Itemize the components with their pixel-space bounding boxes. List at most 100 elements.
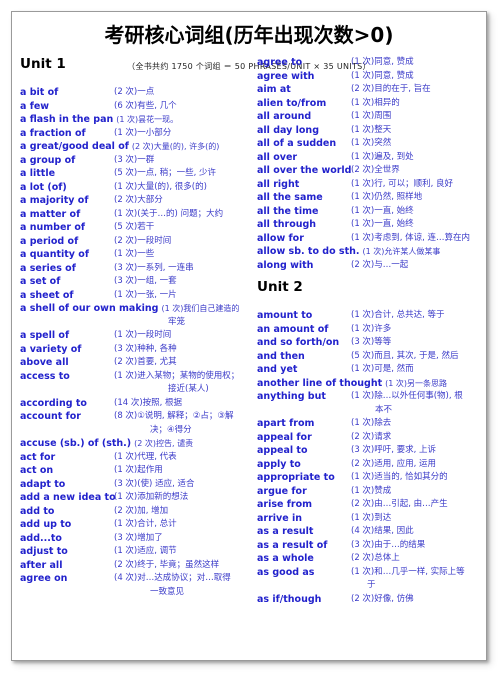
phrase-term: alien to/from <box>257 97 327 109</box>
phrase-entry: add a new idea to (1 次)添加新的想法 <box>20 491 246 505</box>
phrase-entry: a little (5 次)一点, 稍；一些, 少许 <box>20 167 246 181</box>
phrase-term: a little <box>20 168 56 179</box>
phrase-term: a bit of <box>20 87 59 98</box>
phrase-entry: aim at (2 次)目的在于, 旨在 <box>257 83 483 97</box>
phrase-definition: (2 次)适用, 应用, 运用 <box>351 458 437 469</box>
phrase-entry: as good as (1 次)和…几乎一样, 实际上等 <box>257 566 483 580</box>
phrase-entry: all the same (1 次)仍然, 照样地 <box>257 191 483 205</box>
phrase-term: a fraction of <box>20 127 86 139</box>
phrase-definition: (1 次)大量(的), 很多(的) <box>114 181 207 192</box>
unit-heading-1: Unit 1 <box>20 56 66 72</box>
phrase-definition: (2 次)请求 <box>351 431 392 442</box>
phrase-entry: a few (6 次)有些, 几个 <box>20 100 246 114</box>
phrase-entry: anything but (1 次)除…以外任何事(物), 根 <box>257 390 483 404</box>
phrase-definition: (2 次)全世界 <box>351 165 400 175</box>
phrase-entry: a flash in the pan (1 次)昙花一现。 <box>20 113 246 127</box>
phrase-definition-continuation: 决；④得分 <box>150 424 192 435</box>
phrase-definition: (1 次)合计, 总计 <box>114 519 177 529</box>
phrase-definition: (1 次)起作用 <box>114 465 163 475</box>
phrase-entry: account for (8 次)①说明, 解释；②占；③解 <box>20 410 246 424</box>
phrase-entry: and then (5 次)而且, 其次, 于是, 然后 <box>257 350 483 364</box>
phrase-entry: agree to (1 次)同意, 赞成 <box>257 56 483 70</box>
phrase-term: all through <box>257 219 317 230</box>
phrase-entry: as a whole (2 次)总体上 <box>257 552 483 566</box>
phrase-entry: all of a sudden (1 次)突然 <box>257 137 483 151</box>
phrase-definition: (1 次)(关于…的) 问题；大约 <box>114 208 224 219</box>
phrase-entry: a bit of (2 次)一点 <box>20 86 246 100</box>
phrase-definition: (2 次)总体上 <box>351 553 400 563</box>
phrase-definition: (1 次)适应, 调节 <box>114 546 177 556</box>
phrase-entry: add...to (3 次)增加了 <box>20 532 246 546</box>
phrase-entry: add up to (1 次)合计, 总计 <box>20 518 246 532</box>
phrase-entry: another line of thought (1 次)另一条思路 <box>257 377 483 391</box>
phrase-definition: (1 次)赞成 <box>351 485 392 496</box>
phrase-entry: all the time (1 次)一直, 始终 <box>257 205 483 219</box>
phrase-entry: along with (2 次)与…一起 <box>257 259 483 273</box>
phrase-term: and then <box>257 350 305 362</box>
phrase-term: a shell of our own making <box>20 303 159 314</box>
phrase-definition: (1 次)我们自己建造的 <box>161 304 240 313</box>
phrase-definition: (1 次)一些 <box>114 249 155 259</box>
phrase-entry: apply to (2 次)适用, 应用, 运用 <box>257 458 483 472</box>
phrase-entry: above all (2 次)首要, 尤其 <box>20 356 246 370</box>
phrase-term: a number of <box>20 222 86 233</box>
phrase-term: agree on <box>20 573 68 584</box>
phrase-entry: a period of (2 次)一段时间 <box>20 235 246 249</box>
phrase-definition: (1 次)同意, 赞成 <box>351 57 414 67</box>
phrase-term: as if/though <box>257 593 322 605</box>
phrase-definition: (1 次)仍然, 照样地 <box>351 192 423 202</box>
phrase-entry: arise from (2 次)由…引起, 由…产生 <box>257 498 483 512</box>
phrase-entry: after all (2 次)终于, 毕竟；虽然这样 <box>20 559 246 573</box>
phrase-definition: (1 次)考虑到, 体谅, 连…算在内 <box>351 232 471 243</box>
phrase-term: all around <box>257 111 312 122</box>
phrase-term: a period of <box>20 235 79 247</box>
phrase-term: appeal for <box>257 431 312 443</box>
phrase-term: a set of <box>20 276 61 287</box>
phrase-definition: (1 次)可是, 然而 <box>351 364 414 374</box>
phrase-entry: as if/though (2 次)好像, 仿佛 <box>257 593 483 607</box>
phrase-term: allow sb. to do sth. <box>257 246 360 257</box>
phrase-entry: argue for (1 次)赞成 <box>257 485 483 499</box>
phrase-entry: and yet (1 次)可是, 然而 <box>257 363 483 377</box>
phrase-term: after all <box>20 559 63 571</box>
phrase-entry: apart from (1 次)除去 <box>257 417 483 431</box>
phrase-definition: (1 次)进入某物；某物的使用权； <box>114 370 240 381</box>
left-entry-list: a bit of (2 次)一点 a few (6 次)有些, 几个 a flash i… <box>12 86 249 599</box>
phrase-definition: (1 次)代理, 代表 <box>114 451 177 462</box>
phrase-term: all of a sudden <box>257 138 337 149</box>
phrase-term: all day long <box>257 124 319 136</box>
phrase-definition: (5 次)而且, 其次, 于是, 然后 <box>351 350 459 361</box>
phrase-entry: arrive in (1 次)到达 <box>257 512 483 526</box>
phrase-entry: agree with (1 次)同意, 赞成 <box>257 70 483 84</box>
phrase-term: aim at <box>257 84 291 95</box>
phrase-definition: (1 次)整天 <box>351 124 392 135</box>
phrase-term: agree to <box>257 57 303 68</box>
phrase-definition: (2 次)一点 <box>114 87 155 97</box>
phrase-entry: according to (14 次)按照, 根据 <box>20 397 246 411</box>
phrase-definition: (1 次)行, 可以；顺利, 良好 <box>351 178 454 189</box>
phrase-entry: a quantity of (1 次)一些 <box>20 248 246 262</box>
phrase-definition: (2 次)首要, 尤其 <box>114 357 177 367</box>
phrase-term: argue for <box>257 485 307 497</box>
page-title: 考研核心词组(历年出现次数>0) <box>104 23 394 47</box>
right-entry-list-bottom: amount to (1 次)合计, 总共达, 等于 an amount of (1 … <box>249 309 486 606</box>
phrase-definition: (2 次)一段时间 <box>114 235 172 246</box>
phrase-term: an amount of <box>257 323 329 335</box>
phrase-definition-continuation: 于 <box>367 580 376 590</box>
phrase-entry: adapt to (3 次)(使) 适应, 适合 <box>20 478 246 492</box>
phrase-term: all over the world <box>257 165 352 176</box>
phrase-term: arise from <box>257 499 313 510</box>
phrase-term: appropriate to <box>257 472 335 483</box>
phrase-term: anything but <box>257 391 326 402</box>
phrase-definition: (2 次)由…引起, 由…产生 <box>351 499 448 509</box>
phrase-entry: a sheet of (1 次)一张, 一片 <box>20 289 246 303</box>
phrase-definition: (3 次)(使) 适应, 适合 <box>114 478 195 489</box>
phrase-term: all the same <box>257 192 323 203</box>
phrase-definition: (1 次)昙花一现。 <box>116 115 179 124</box>
phrase-definition-continuation: 本不 <box>375 404 393 415</box>
phrase-definition: (3 次)一组, 一套 <box>114 276 177 286</box>
unit-heading-2: Unit 2 <box>257 279 303 295</box>
right-column: agree to (1 次)同意, 赞成 agree with (1 次)同意, 赞成… <box>249 56 486 660</box>
phrase-definition: (1 次)允许某人做某事 <box>362 247 441 256</box>
